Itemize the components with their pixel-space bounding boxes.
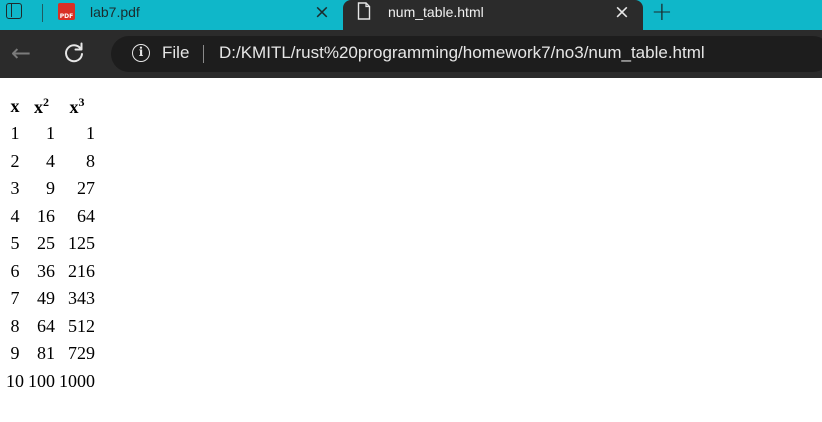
document-icon bbox=[357, 2, 371, 20]
cell-x: 2 bbox=[10, 150, 20, 171]
cell-x-squared: 100 bbox=[28, 370, 55, 391]
tab-divider bbox=[42, 4, 43, 22]
cell-x-squared: 16 bbox=[37, 205, 55, 226]
cell-x: 8 bbox=[10, 315, 20, 336]
back-arrow-icon[interactable]: ← bbox=[8, 39, 34, 67]
cell-x-cubed: 125 bbox=[68, 233, 95, 254]
table-row: 8 64 512 bbox=[5, 314, 96, 340]
cell-x-squared: 49 bbox=[37, 288, 55, 309]
cell-x: 5 bbox=[10, 233, 20, 254]
cell-x-squared: 1 bbox=[46, 123, 55, 144]
close-icon[interactable]: × bbox=[314, 2, 330, 22]
cell-x-cubed: 729 bbox=[68, 343, 95, 364]
pdf-icon: PDF bbox=[58, 3, 75, 20]
scheme-label: File bbox=[162, 43, 190, 62]
table-row: 4 16 64 bbox=[5, 204, 96, 230]
tab-title: lab7.pdf bbox=[90, 4, 140, 20]
header-x-squared: x2 bbox=[34, 95, 49, 117]
header-x: x bbox=[10, 96, 20, 116]
address-bar[interactable]: i File D:/KMITL/rust%20programming/homew… bbox=[111, 36, 822, 72]
browser-toolbar: ← i File D:/KMITL/rust%20programming/hom… bbox=[0, 30, 822, 78]
cell-x: 1 bbox=[10, 123, 20, 144]
cell-x: 9 bbox=[10, 343, 20, 364]
tab-num-table[interactable]: num_table.html × bbox=[343, 0, 643, 30]
table-row: 7 49 343 bbox=[5, 286, 96, 312]
cell-x-cubed: 1 bbox=[86, 123, 95, 144]
cell-x-squared: 9 bbox=[46, 178, 55, 199]
cell-x-cubed: 8 bbox=[86, 150, 95, 171]
cell-x-squared: 4 bbox=[46, 150, 55, 171]
url-text[interactable]: D:/KMITL/rust%20programming/homework7/no… bbox=[219, 43, 705, 63]
cell-x: 3 bbox=[10, 178, 20, 199]
reload-icon[interactable] bbox=[60, 39, 88, 67]
table-row: 1 1 1 bbox=[5, 121, 96, 147]
tab-strip: PDF lab7.pdf × num_table.html × + bbox=[0, 0, 822, 30]
cell-x: 6 bbox=[10, 260, 20, 281]
cell-x-squared: 36 bbox=[37, 260, 55, 281]
cell-x-cubed: 512 bbox=[68, 315, 95, 336]
table-row: 5 25 125 bbox=[5, 231, 96, 257]
tab-lab7-pdf[interactable]: PDF lab7.pdf × bbox=[48, 0, 338, 30]
info-icon[interactable]: i bbox=[132, 44, 150, 62]
cell-x-cubed: 216 bbox=[68, 260, 95, 281]
cell-x-cubed: 343 bbox=[68, 288, 95, 309]
page-content: x x2 x3 1 1 1 2 4 8 3 9 27 4 16 64 5 25 125 6 36 216… bbox=[0, 78, 822, 422]
cell-x-cubed: 1000 bbox=[59, 370, 95, 391]
tab-title: num_table.html bbox=[388, 4, 484, 20]
cell-x-squared: 64 bbox=[37, 315, 55, 336]
table-row: 3 9 27 bbox=[5, 176, 96, 202]
cell-x: 10 bbox=[6, 370, 24, 391]
table-header-row: x x2 x3 bbox=[5, 94, 96, 119]
number-table: x x2 x3 1 1 1 2 4 8 3 9 27 4 16 64 5 25 125 6 36 216… bbox=[3, 92, 98, 396]
cell-x-cubed: 64 bbox=[77, 205, 95, 226]
header-x-cubed: x3 bbox=[69, 95, 85, 117]
address-divider bbox=[203, 45, 204, 63]
close-icon[interactable]: × bbox=[614, 2, 630, 22]
table-row: 9 81 729 bbox=[5, 341, 96, 367]
cell-x-squared: 25 bbox=[37, 233, 55, 254]
table-row: 2 4 8 bbox=[5, 149, 96, 175]
window-menu-icon[interactable] bbox=[6, 3, 22, 19]
table-row: 10 100 1000 bbox=[5, 369, 96, 395]
cell-x: 7 bbox=[10, 288, 20, 309]
cell-x-squared: 81 bbox=[37, 343, 55, 364]
plus-icon[interactable]: + bbox=[651, 0, 673, 25]
cell-x-cubed: 27 bbox=[77, 178, 95, 199]
cell-x: 4 bbox=[10, 205, 20, 226]
table-row: 6 36 216 bbox=[5, 259, 96, 285]
